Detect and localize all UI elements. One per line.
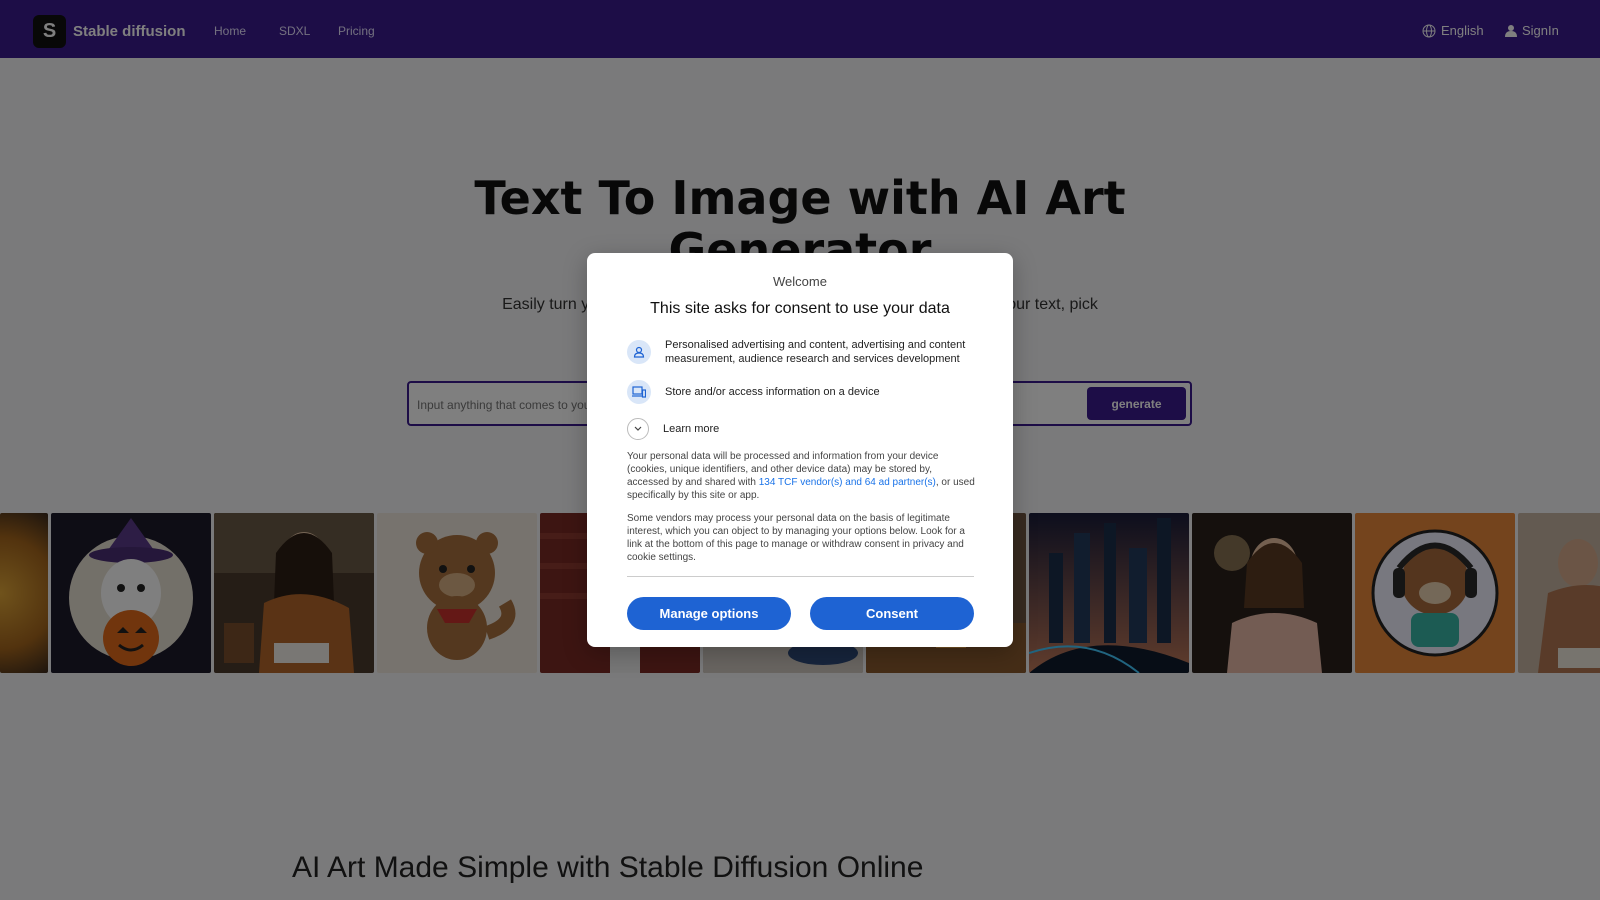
dialog-welcome: Welcome	[773, 274, 827, 289]
divider	[627, 576, 974, 577]
person-icon	[627, 340, 651, 364]
devices-icon	[627, 380, 651, 404]
purpose-store-access: Store and/or access information on a dev…	[627, 380, 975, 404]
consent-description: Your personal data will be processed and…	[627, 450, 975, 502]
consent-button[interactable]: Consent	[810, 597, 974, 630]
vendors-link[interactable]: 134 TCF vendor(s) and 64 ad partner(s)	[759, 477, 936, 488]
manage-options-button[interactable]: Manage options	[627, 597, 791, 630]
chevron-down-icon	[627, 418, 649, 440]
purpose-label: Personalised advertising and content, ad…	[665, 339, 966, 365]
learn-more-toggle[interactable]: Learn more	[627, 418, 719, 440]
legitimate-interest-text: Some vendors may process your personal d…	[627, 513, 965, 563]
consent-dialog: Welcome This site asks for consent to us…	[587, 253, 1013, 647]
purpose-personalised-ads: Personalised advertising and content, ad…	[627, 338, 975, 366]
learn-more-label: Learn more	[663, 423, 720, 435]
purpose-label: Store and/or access information on a dev…	[665, 386, 880, 398]
dialog-title: This site asks for consent to use your d…	[650, 300, 950, 317]
